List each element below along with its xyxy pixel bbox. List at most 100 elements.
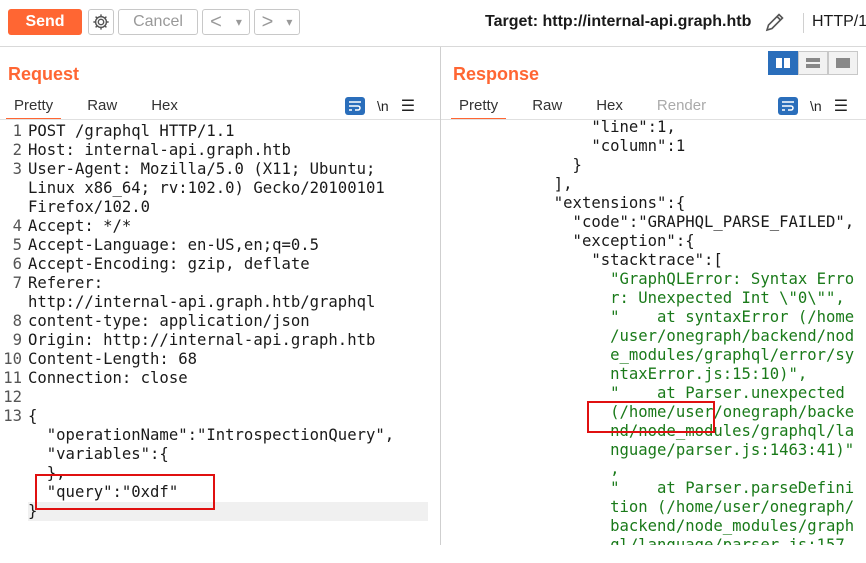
response-line: r: Unexpected Int \"0\"", xyxy=(535,289,845,307)
request-editor-divider xyxy=(0,119,440,120)
request-line: content-type: application/json xyxy=(28,312,310,330)
path-highlight-box xyxy=(587,401,715,433)
cancel-button[interactable]: Cancel xyxy=(118,9,198,35)
line-number: 11 xyxy=(3,369,22,387)
forward-button[interactable]: > ▾ xyxy=(254,9,300,35)
line-number: 1 xyxy=(12,122,22,140)
request-line: http://internal-api.graph.htb/graphql xyxy=(28,293,376,311)
tab-render[interactable]: Render xyxy=(649,94,714,120)
request-line: Content-Length: 68 xyxy=(28,350,197,368)
request-line: POST /graphql HTTP/1.1 xyxy=(28,122,235,140)
request-line: Accept-Encoding: gzip, deflate xyxy=(28,255,310,273)
pencil-icon xyxy=(765,13,784,32)
hamburger-menu-icon[interactable]: ☰ xyxy=(401,96,415,116)
request-line: "operationName":"IntrospectionQuery", xyxy=(28,426,395,444)
send-button[interactable]: Send xyxy=(8,9,82,35)
response-line: "code":"GRAPHQL_PARSE_FAILED", xyxy=(535,213,855,231)
response-line: " at syntaxError (/home xyxy=(535,308,855,326)
response-line: , xyxy=(535,460,620,478)
tab-pretty[interactable]: Pretty xyxy=(6,94,62,120)
layout-tabs-button[interactable] xyxy=(828,51,858,75)
request-tabs: Pretty Raw Hex xyxy=(6,94,186,120)
line-number: 6 xyxy=(12,255,22,273)
chevron-right-icon: > xyxy=(261,10,274,33)
word-wrap-toggle[interactable] xyxy=(345,97,365,115)
request-line: Host: internal-api.graph.htb xyxy=(28,141,291,159)
single-pane-icon xyxy=(836,58,850,68)
response-editor-options: \n ☰ xyxy=(778,94,848,118)
response-line: "extensions":{ xyxy=(535,194,686,212)
response-line: "GraphQLError: Syntax Erro xyxy=(535,270,855,288)
bottom-strip xyxy=(0,545,866,563)
response-line: ], xyxy=(535,175,573,193)
line-number: 2 xyxy=(12,141,22,159)
rows-icon xyxy=(806,58,820,68)
line-number: 9 xyxy=(12,331,22,349)
tab-hex[interactable]: Hex xyxy=(143,94,186,120)
response-line: ntaxError.js:15:10)", xyxy=(535,365,808,383)
layout-stacked-button[interactable] xyxy=(798,51,828,75)
response-tabs: Pretty Raw Hex Render xyxy=(451,94,714,120)
response-line: " at Parser.parseDefini xyxy=(535,479,855,497)
line-number: 12 xyxy=(3,388,22,406)
request-line: Firefox/102.0 xyxy=(28,198,151,216)
response-line: ql/language/parser.js:157 xyxy=(535,536,845,545)
line-number: 10 xyxy=(3,350,22,368)
tab-raw[interactable]: Raw xyxy=(524,94,570,120)
line-number: 7 xyxy=(12,274,22,292)
response-line: /user/onegraph/backend/nod xyxy=(535,327,855,345)
top-toolbar: Send Cancel < ▾ > ▾ Target: http://inter… xyxy=(0,0,866,47)
line-number: 5 xyxy=(12,236,22,254)
line-number: 13 xyxy=(3,407,22,425)
response-line: nguage/parser.js:1463:41)" xyxy=(535,441,855,459)
response-line: backend/node_modules/graph xyxy=(535,517,855,535)
response-line: "line":1, xyxy=(535,118,676,136)
edit-target-button[interactable] xyxy=(762,9,788,35)
query-highlight-box xyxy=(35,474,215,510)
layout-toggle xyxy=(768,51,858,75)
newline-toggle[interactable]: \n xyxy=(810,98,822,114)
response-line: "column":1 xyxy=(535,137,686,155)
line-number: 4 xyxy=(12,217,22,235)
request-line: Origin: http://internal-api.graph.htb xyxy=(28,331,376,349)
chevron-left-icon: < xyxy=(210,10,222,33)
layout-side-by-side-button[interactable] xyxy=(768,51,798,75)
request-line: Linux x86_64; rv:102.0) Gecko/20100101 xyxy=(28,179,385,197)
tab-hex[interactable]: Hex xyxy=(588,94,631,120)
wrap-lines-icon xyxy=(349,101,361,111)
response-pane: Response Pretty Raw Hex Render \n ☰ "lin… xyxy=(441,47,866,545)
response-line: "exception":{ xyxy=(535,232,695,250)
response-line: e_modules/graphql/error/sy xyxy=(535,346,855,364)
response-editor[interactable]: "line":1, "column":1 } ], "extensions":{… xyxy=(441,118,866,545)
request-line: Accept: */* xyxy=(28,217,132,235)
http-version-selector[interactable]: HTTP/1 xyxy=(803,13,866,33)
request-line: Accept-Language: en-US,en;q=0.5 xyxy=(28,236,320,254)
columns-icon xyxy=(776,58,790,68)
request-line: User-Agent: Mozilla/5.0 (X11; Ubuntu; xyxy=(28,160,376,178)
tab-pretty[interactable]: Pretty xyxy=(451,94,507,120)
response-line: } xyxy=(535,156,582,174)
response-line: "stacktrace":[ xyxy=(535,251,723,269)
request-pane: Request Pretty Raw Hex \n ☰ 1 POST /graph… xyxy=(0,47,440,545)
word-wrap-toggle[interactable] xyxy=(778,97,798,115)
request-editor-options: \n ☰ xyxy=(345,94,415,118)
request-line: Referer: xyxy=(28,274,104,292)
wrap-lines-icon xyxy=(782,101,794,111)
line-number: 3 xyxy=(12,160,22,178)
hamburger-menu-icon[interactable]: ☰ xyxy=(834,96,848,116)
gear-icon xyxy=(93,14,109,30)
dropdown-arrow-icon: ▾ xyxy=(235,15,242,29)
line-number: 8 xyxy=(12,312,22,330)
target-label: Target: http://internal-api.graph.htb xyxy=(485,13,752,30)
dropdown-arrow-icon: ▾ xyxy=(286,15,293,29)
request-line: "variables":{ xyxy=(28,445,169,463)
request-title: Request xyxy=(8,64,80,84)
back-button[interactable]: < ▾ xyxy=(202,9,250,35)
newline-toggle[interactable]: \n xyxy=(377,98,389,114)
response-title: Response xyxy=(453,64,540,84)
request-line: { xyxy=(28,407,38,425)
response-line: tion (/home/user/onegraph/ xyxy=(535,498,855,516)
settings-button[interactable] xyxy=(88,9,114,35)
request-line: Connection: close xyxy=(28,369,188,387)
tab-raw[interactable]: Raw xyxy=(79,94,125,120)
